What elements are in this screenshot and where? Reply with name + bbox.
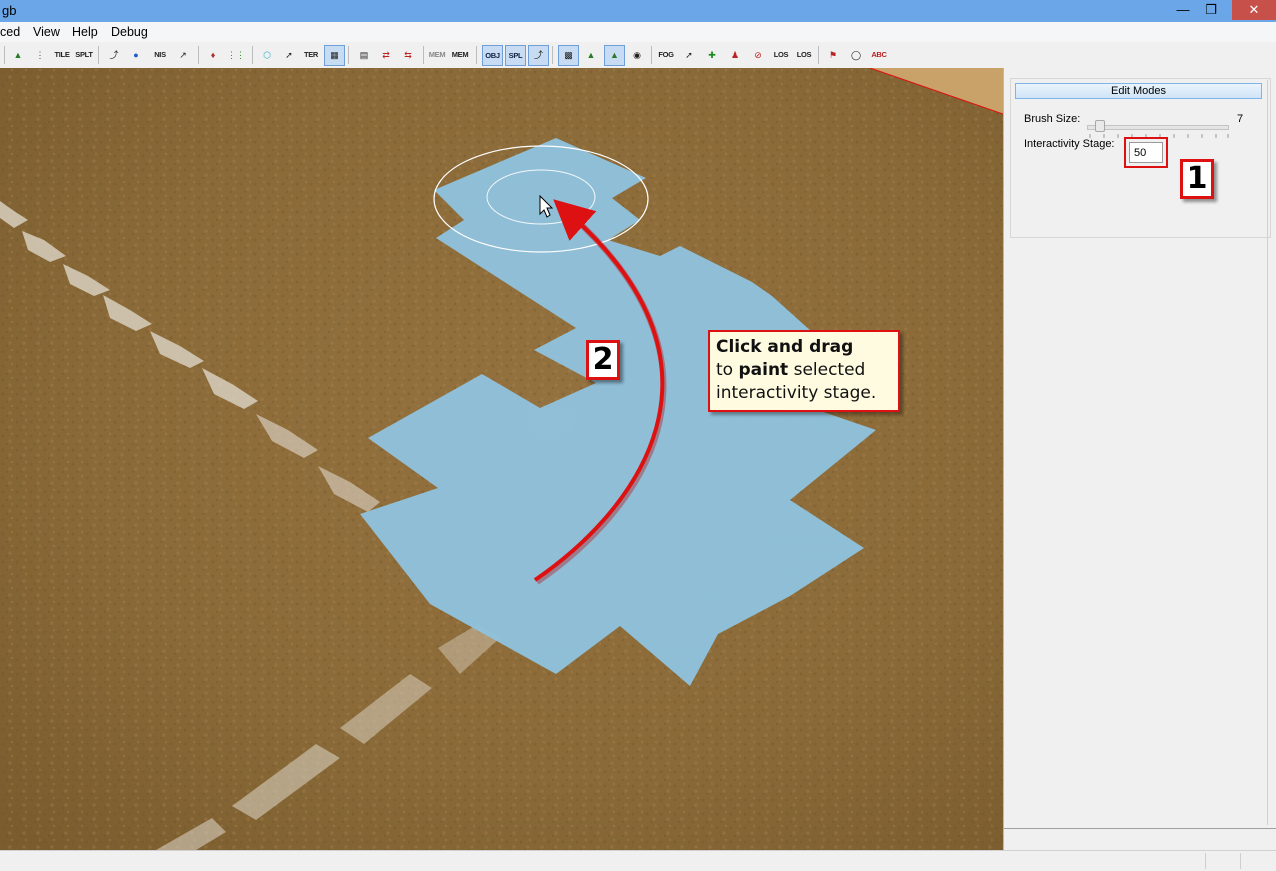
callout-line1: Click and drag <box>716 337 854 357</box>
properties-panel: Edit Modes Brush Size: 7 Interactivity S… <box>1003 68 1276 850</box>
unit-icon[interactable]: ♦ <box>203 45 223 65</box>
traffic-light-icon[interactable]: ⋮ <box>30 45 50 65</box>
toolbar-separator <box>651 46 652 64</box>
terrain-button[interactable]: TER <box>301 45 321 65</box>
callout-line2-suffix: selected <box>788 360 866 380</box>
interactivity-stage-label: Interactivity Stage: <box>1024 138 1115 150</box>
step-badge-2: 2 <box>586 340 620 380</box>
grid-select-icon[interactable]: ▦ <box>324 45 345 66</box>
calendar-icon[interactable]: ▤ <box>354 45 374 65</box>
eye-4-icon[interactable]: ◉ <box>627 45 647 65</box>
interactivity-stage-input[interactable] <box>1129 142 1163 163</box>
scene-canvas[interactable] <box>0 68 1003 850</box>
tile-button[interactable]: TILE <box>52 45 72 65</box>
panel-divider <box>1004 828 1276 829</box>
toolbar-separator <box>4 46 5 64</box>
fog-button[interactable]: FOG <box>656 45 676 65</box>
toolbar-separator <box>476 46 477 64</box>
scene-viewport[interactable]: Click and drag to paint selected interac… <box>0 68 1003 850</box>
toolbar-separator <box>252 46 253 64</box>
step-badge-1: 1 <box>1180 159 1214 199</box>
tree-icon[interactable]: ▲ <box>8 45 28 65</box>
people-icon[interactable]: ♟ <box>725 45 745 65</box>
grass-icon[interactable]: ⋮⋮ <box>226 45 246 65</box>
no-entry-icon[interactable]: ⊘ <box>748 45 768 65</box>
toolbar-separator <box>98 46 99 64</box>
title-bar: gb — ❐ ✕ <box>0 0 1276 22</box>
status-bar <box>0 850 1276 871</box>
close-button[interactable]: ✕ <box>1232 0 1276 20</box>
toolbar-separator <box>423 46 424 64</box>
menu-advanced[interactable]: ced <box>0 25 20 39</box>
toolbar-separator <box>198 46 199 64</box>
menu-view[interactable]: View <box>33 25 60 39</box>
brush-size-slider-thumb[interactable] <box>1095 120 1106 132</box>
crystal-icon[interactable]: ⬡ <box>257 45 277 65</box>
move-icon[interactable]: ⇄ <box>376 45 396 65</box>
brush-size-slider-track[interactable] <box>1087 125 1229 130</box>
arrow-diagonal-icon[interactable]: ➚ <box>279 45 299 65</box>
flag-abc-button[interactable]: ABC <box>869 45 889 65</box>
callout-line3: interactivity stage. <box>716 383 877 403</box>
window-title: gb <box>2 3 17 18</box>
edit-modes-button[interactable]: Edit Modes <box>1015 83 1262 99</box>
flag-circle-icon[interactable]: ◯ <box>846 45 866 65</box>
landscape-icon[interactable]: ▲ <box>581 45 601 65</box>
toolbar-separator <box>818 46 819 64</box>
brush-size-value: 7 <box>1237 113 1244 125</box>
toolbar-separator <box>552 46 553 64</box>
nis-button[interactable]: NIS <box>150 45 170 65</box>
interactivity-stage-highlight <box>1124 137 1168 168</box>
minimize-button[interactable]: — <box>1168 0 1198 20</box>
status-cell <box>1240 853 1241 869</box>
split-button[interactable]: SPLT <box>74 45 94 65</box>
menu-help[interactable]: Help <box>72 25 98 39</box>
toolbar-separator <box>348 46 349 64</box>
memory-stats-button[interactable]: MEM STAT <box>450 45 470 79</box>
checker-icon[interactable]: ▩ <box>558 45 579 66</box>
callout-line2-prefix: to <box>716 360 739 380</box>
menu-bar: ced View Help Debug <box>0 22 1276 42</box>
status-cell <box>1205 853 1206 869</box>
restore-button[interactable]: ❐ <box>1196 0 1226 20</box>
shield-plus-icon[interactable]: ✚ <box>702 45 722 65</box>
zoom-icon[interactable]: ↗ <box>173 45 193 65</box>
water-icon[interactable]: ● <box>126 45 146 65</box>
panel-scrollbar[interactable] <box>1267 80 1276 825</box>
swap-icon[interactable]: ⇆ <box>398 45 418 65</box>
memory-dump-button[interactable]: MEM DMP <box>427 45 447 79</box>
los-alt-button[interactable]: LOS <box>794 45 814 65</box>
flag-icon[interactable]: ⚑ <box>823 45 843 65</box>
brush-size-label: Brush Size: <box>1024 113 1081 125</box>
landscape-selected-icon[interactable]: ▲ <box>604 45 625 66</box>
path-eye-icon[interactable]: ➚ <box>679 45 699 65</box>
edit-modes-group: Edit Modes Brush Size: 7 Interactivity S… <box>1010 78 1271 238</box>
callout-line2-bold: paint <box>738 360 789 380</box>
roads-visible-icon[interactable]: ⤴ <box>528 45 549 66</box>
splines-visible-button[interactable]: SPL <box>505 45 526 66</box>
los-button[interactable]: LOS <box>771 45 791 65</box>
paint-instruction-callout: Click and drag to paint selected interac… <box>708 330 900 412</box>
toolbar: ▲ ⋮ TILE SPLT ⤴ ● NIS ↗ ♦ ⋮⋮ ⬡ ➚ TER ▦ ▤… <box>0 42 1276 79</box>
objects-visible-button[interactable]: OBJ <box>482 45 503 66</box>
road-icon[interactable]: ⤴ <box>104 45 124 65</box>
menu-debug[interactable]: Debug <box>111 25 148 39</box>
